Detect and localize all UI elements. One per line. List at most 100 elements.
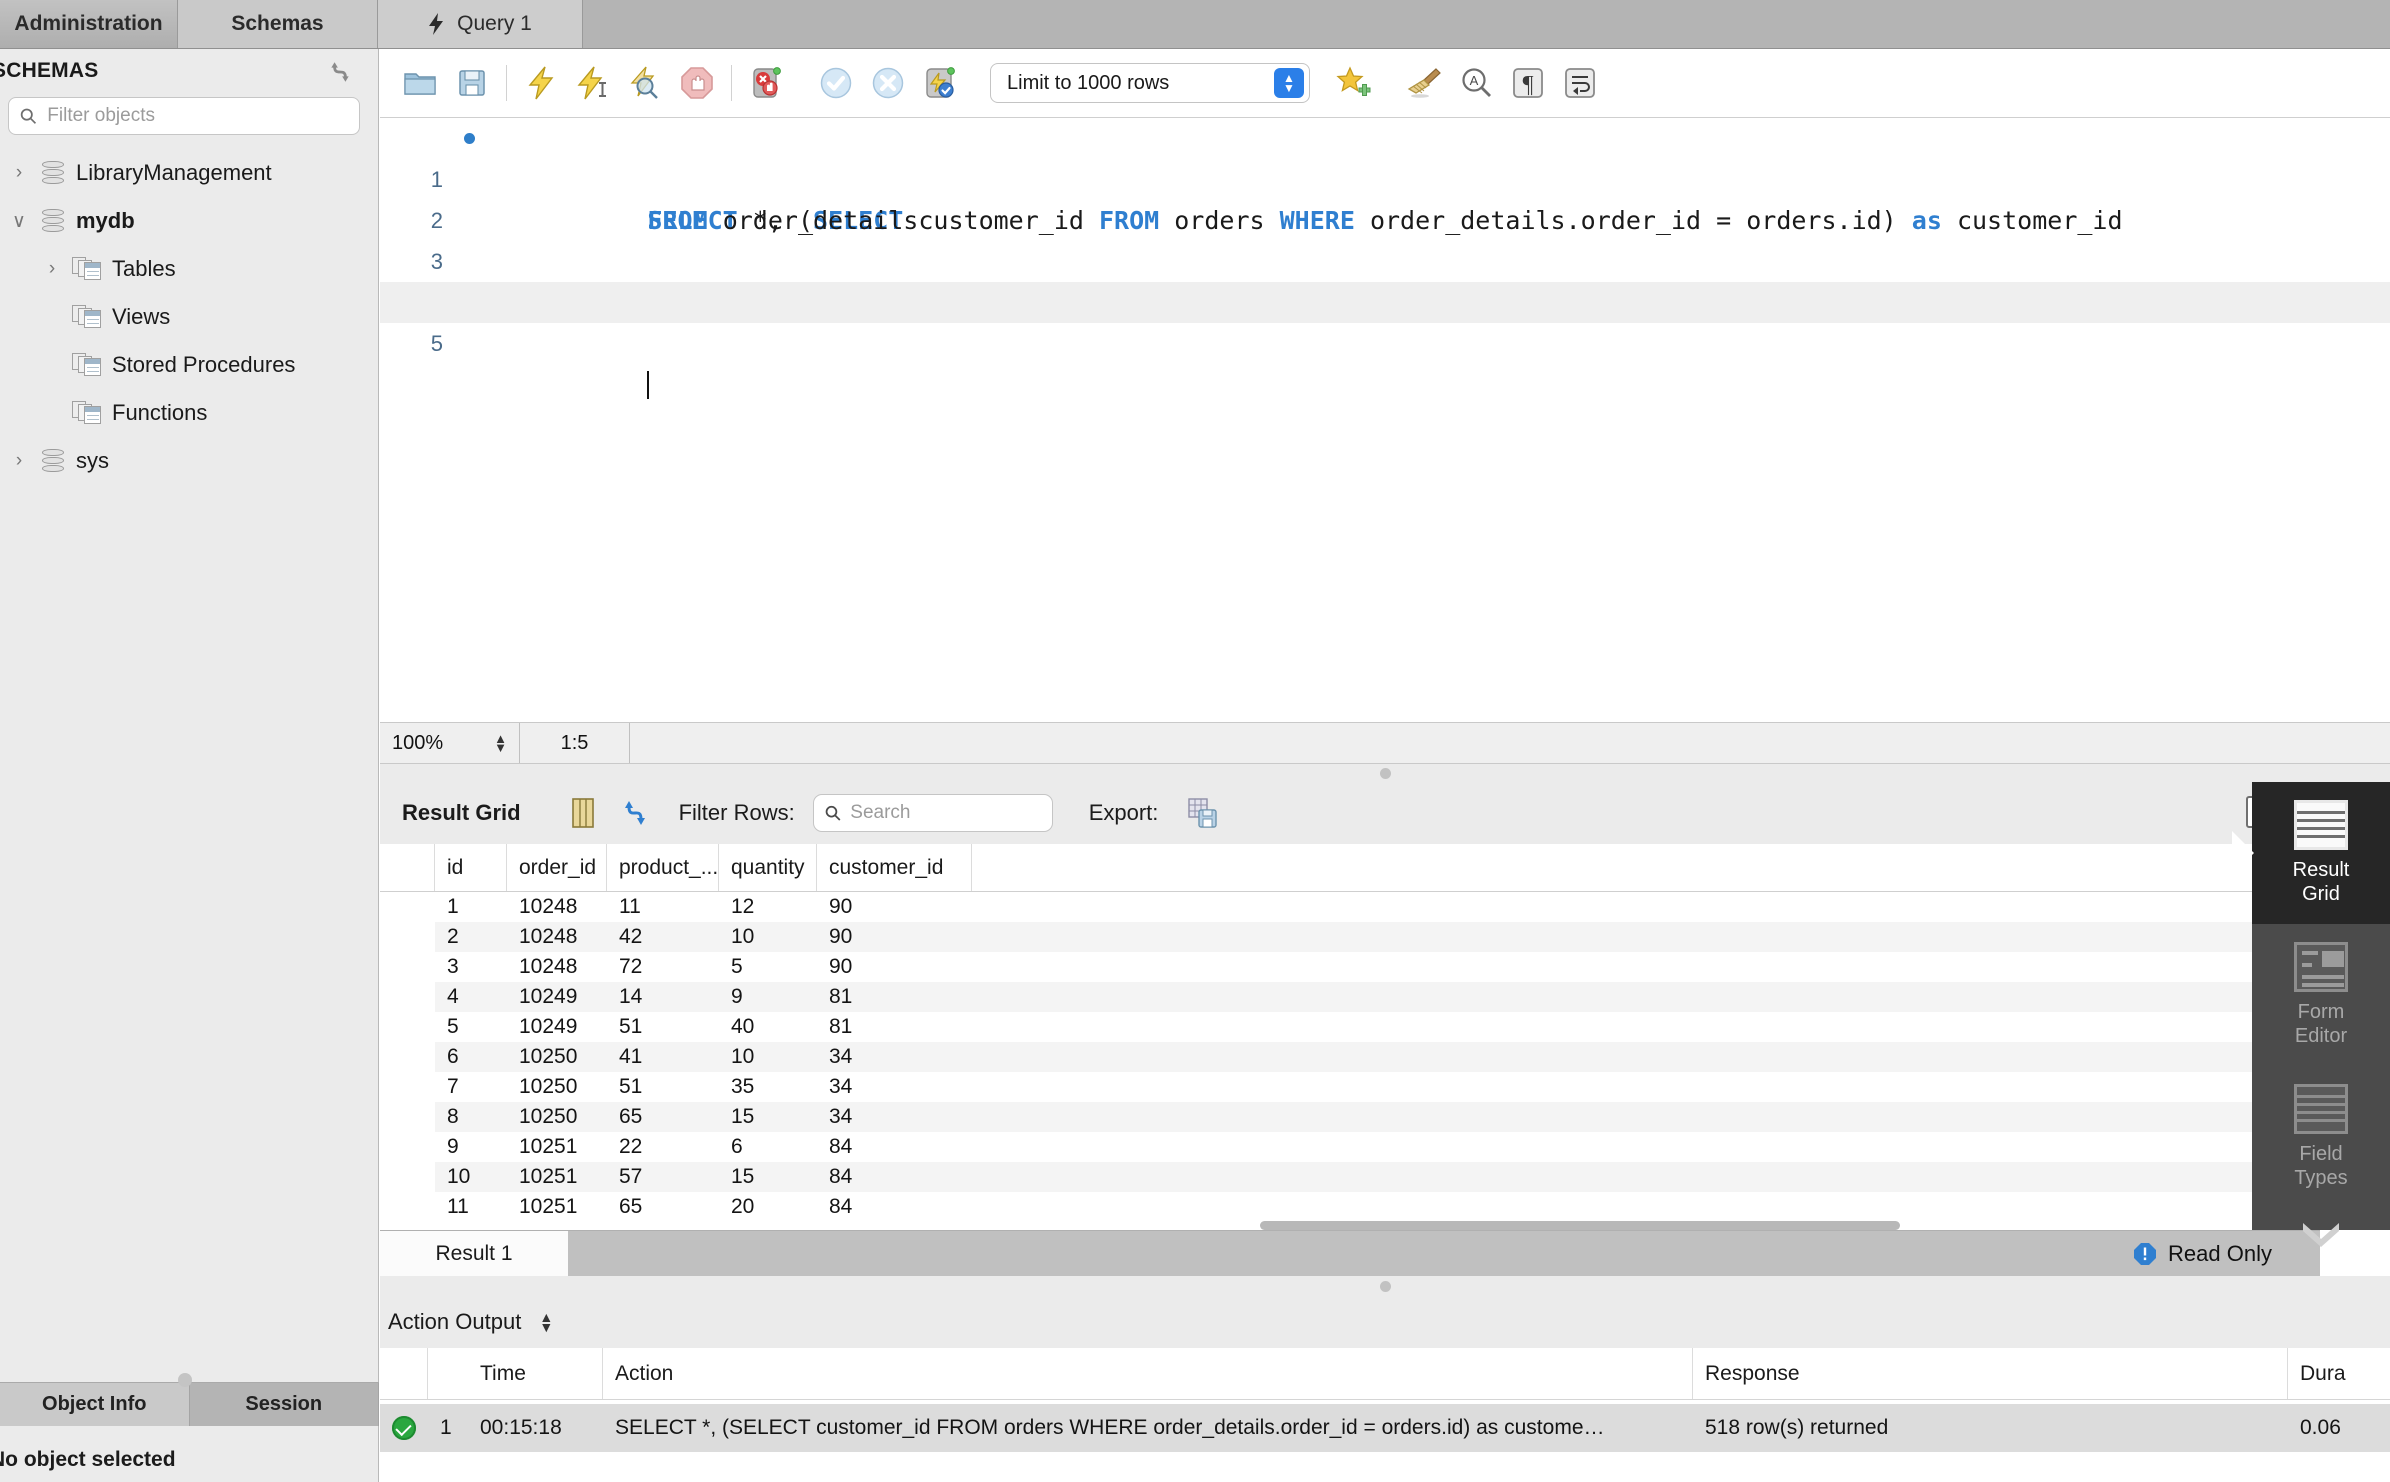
action-time-header[interactable]: Time bbox=[468, 1348, 603, 1399]
cell-quantity[interactable]: 35 bbox=[719, 1072, 817, 1102]
action-action-header[interactable]: Action bbox=[603, 1348, 1693, 1399]
cell-quantity[interactable]: 20 bbox=[719, 1192, 817, 1222]
cell-customer-id[interactable]: 84 bbox=[817, 1162, 972, 1192]
chevron-right-icon[interactable]: › bbox=[8, 162, 30, 184]
table-row[interactable]: 9 10251 22 6 84 bbox=[380, 1132, 2320, 1162]
row-limit-stepper-icon[interactable]: ▲ ▼ bbox=[1274, 68, 1304, 98]
editor-results-splitter[interactable] bbox=[380, 764, 2390, 782]
cell-customer-id[interactable]: 34 bbox=[817, 1042, 972, 1072]
table-row[interactable]: 2 10248 42 10 90 bbox=[380, 922, 2320, 952]
column-header-quantity[interactable]: quantity bbox=[719, 844, 817, 891]
cell-customer-id[interactable]: 90 bbox=[817, 952, 972, 982]
sidebar-splitter-grip[interactable] bbox=[178, 1373, 192, 1387]
row-selector[interactable] bbox=[380, 1012, 435, 1042]
cell-id[interactable]: 4 bbox=[435, 982, 507, 1012]
action-response-header[interactable]: Response bbox=[1693, 1348, 2288, 1399]
splitter-grip[interactable] bbox=[1380, 768, 1391, 779]
editor-zoom-control[interactable]: 100% ▲▼ bbox=[380, 723, 520, 763]
table-row[interactable]: 10 10251 57 15 84 bbox=[380, 1162, 2320, 1192]
table-row[interactable]: 11 10251 65 20 84 bbox=[380, 1192, 2320, 1222]
updown-arrows-icon[interactable]: ▲▼ bbox=[494, 734, 507, 752]
cell-quantity[interactable]: 15 bbox=[719, 1162, 817, 1192]
tab-administration[interactable]: Administration bbox=[0, 0, 178, 48]
row-selector[interactable] bbox=[380, 1132, 435, 1162]
cell-quantity[interactable]: 15 bbox=[719, 1102, 817, 1132]
cell-customer-id[interactable]: 81 bbox=[817, 982, 972, 1012]
cell-id[interactable]: 9 bbox=[435, 1132, 507, 1162]
cell-order-id[interactable]: 10249 bbox=[507, 982, 607, 1012]
column-header-customer-id[interactable]: customer_id bbox=[817, 844, 972, 891]
updown-arrows-icon[interactable]: ▲▼ bbox=[539, 1312, 553, 1332]
row-limit-select[interactable]: Limit to 1000 rows ▲ ▼ bbox=[990, 63, 1310, 103]
filter-objects-box[interactable] bbox=[8, 97, 360, 135]
sql-code-editor[interactable]: 1 SELECT *, (SELECT customer_id FROM ord… bbox=[380, 118, 2390, 722]
row-selector[interactable] bbox=[380, 1162, 435, 1192]
cell-quantity[interactable]: 9 bbox=[719, 982, 817, 1012]
add-snippet-button[interactable] bbox=[1328, 57, 1380, 109]
grid-view-button[interactable] bbox=[557, 787, 609, 839]
cell-customer-id[interactable]: 90 bbox=[817, 922, 972, 952]
action-duration-header[interactable]: Dura bbox=[2288, 1348, 2390, 1399]
refresh-icon[interactable] bbox=[327, 59, 353, 85]
cell-product-id[interactable]: 22 bbox=[607, 1132, 719, 1162]
cell-id[interactable]: 8 bbox=[435, 1102, 507, 1132]
sidebar-item-tables[interactable]: › Tables bbox=[0, 245, 379, 293]
open-sql-file-button[interactable] bbox=[394, 57, 446, 109]
tab-schemas[interactable]: Schemas bbox=[178, 0, 378, 48]
cell-product-id[interactable]: 72 bbox=[607, 952, 719, 982]
tab-session[interactable]: Session bbox=[190, 1383, 380, 1426]
row-selector[interactable] bbox=[380, 922, 435, 952]
rollback-button[interactable] bbox=[862, 57, 914, 109]
cell-id[interactable]: 6 bbox=[435, 1042, 507, 1072]
cell-quantity[interactable]: 10 bbox=[719, 922, 817, 952]
sidebar-item-stored-procedures[interactable]: · Stored Procedures bbox=[0, 341, 379, 389]
tab-object-info[interactable]: Object Info bbox=[0, 1383, 190, 1426]
cell-quantity[interactable]: 6 bbox=[719, 1132, 817, 1162]
stop-execution-button[interactable] bbox=[671, 57, 723, 109]
cell-order-id[interactable]: 10251 bbox=[507, 1192, 607, 1222]
cell-customer-id[interactable]: 84 bbox=[817, 1132, 972, 1162]
row-selector[interactable] bbox=[380, 1072, 435, 1102]
cell-product-id[interactable]: 41 bbox=[607, 1042, 719, 1072]
cell-product-id[interactable]: 57 bbox=[607, 1162, 719, 1192]
toggle-autocommit-button[interactable] bbox=[914, 57, 966, 109]
filter-rows-search-box[interactable] bbox=[813, 794, 1053, 832]
sidebar-item-librarymanagement[interactable]: › LibraryManagement bbox=[0, 149, 379, 197]
cell-quantity[interactable]: 5 bbox=[719, 952, 817, 982]
cell-product-id[interactable]: 42 bbox=[607, 922, 719, 952]
column-header-order-id[interactable]: order_id bbox=[507, 844, 607, 891]
chevron-right-icon[interactable]: › bbox=[42, 258, 62, 280]
view-result-grid[interactable]: Result Grid bbox=[2252, 782, 2390, 924]
cell-order-id[interactable]: 10251 bbox=[507, 1132, 607, 1162]
beautify-query-button[interactable] bbox=[1398, 57, 1450, 109]
commit-button[interactable] bbox=[810, 57, 862, 109]
cell-id[interactable]: 2 bbox=[435, 922, 507, 952]
splitter-grip[interactable] bbox=[1380, 1281, 1391, 1292]
sidebar-item-mydb[interactable]: ∨ mydb bbox=[0, 197, 379, 245]
sidebar-item-functions[interactable]: · Functions bbox=[0, 389, 379, 437]
cell-order-id[interactable]: 10248 bbox=[507, 892, 607, 922]
cell-order-id[interactable]: 10250 bbox=[507, 1102, 607, 1132]
cell-order-id[interactable]: 10251 bbox=[507, 1162, 607, 1192]
cell-order-id[interactable]: 10250 bbox=[507, 1072, 607, 1102]
toggle-invisible-chars-button[interactable]: ¶ bbox=[1502, 57, 1554, 109]
filter-objects-input[interactable] bbox=[47, 105, 349, 127]
export-results-button[interactable] bbox=[1176, 787, 1228, 839]
view-form-editor[interactable]: Form Editor bbox=[2252, 924, 2390, 1066]
more-views-button[interactable] bbox=[2252, 1208, 2390, 1258]
toggle-wrapping-button[interactable] bbox=[1554, 57, 1606, 109]
cell-product-id[interactable]: 51 bbox=[607, 1072, 719, 1102]
cell-quantity[interactable]: 40 bbox=[719, 1012, 817, 1042]
tab-result-1[interactable]: Result 1 bbox=[380, 1231, 568, 1276]
sidebar-item-views[interactable]: · Views bbox=[0, 293, 379, 341]
result-grid[interactable]: id order_id product_... quantity custome… bbox=[380, 844, 2320, 1230]
result-grid-horizontal-scrollbar[interactable] bbox=[1260, 1221, 1900, 1230]
table-row[interactable]: 5 10249 51 40 81 bbox=[380, 1012, 2320, 1042]
cell-id[interactable]: 5 bbox=[435, 1012, 507, 1042]
table-row[interactable]: 1 10248 11 12 90 bbox=[380, 892, 2320, 922]
table-row[interactable]: 3 10248 72 5 90 bbox=[380, 952, 2320, 982]
cell-customer-id[interactable]: 34 bbox=[817, 1102, 972, 1132]
save-sql-file-button[interactable] bbox=[446, 57, 498, 109]
cell-quantity[interactable]: 10 bbox=[719, 1042, 817, 1072]
row-selector[interactable] bbox=[380, 1102, 435, 1132]
